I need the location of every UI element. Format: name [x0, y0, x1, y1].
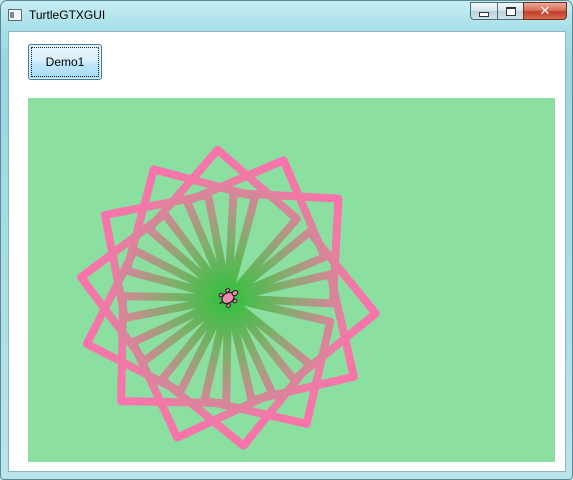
window-app-icon[interactable]	[8, 9, 22, 21]
close-icon: ✕	[539, 3, 551, 18]
minimize-icon	[479, 11, 489, 17]
caption-buttons: ✕	[470, 2, 567, 21]
title-bar[interactable]: TurtleGTXGUI ✕	[1, 1, 572, 31]
turtle-drawing	[77, 145, 380, 450]
maximize-icon	[505, 6, 516, 16]
app-window: TurtleGTXGUI ✕ Demo1	[0, 0, 573, 480]
maximize-button[interactable]	[497, 2, 523, 20]
close-button[interactable]: ✕	[523, 2, 567, 20]
client-area: Demo1	[8, 31, 566, 472]
minimize-button[interactable]	[470, 2, 497, 20]
window-title: TurtleGTXGUI	[29, 8, 106, 22]
demo1-button[interactable]: Demo1	[28, 44, 102, 80]
turtle-canvas[interactable]	[28, 98, 555, 462]
